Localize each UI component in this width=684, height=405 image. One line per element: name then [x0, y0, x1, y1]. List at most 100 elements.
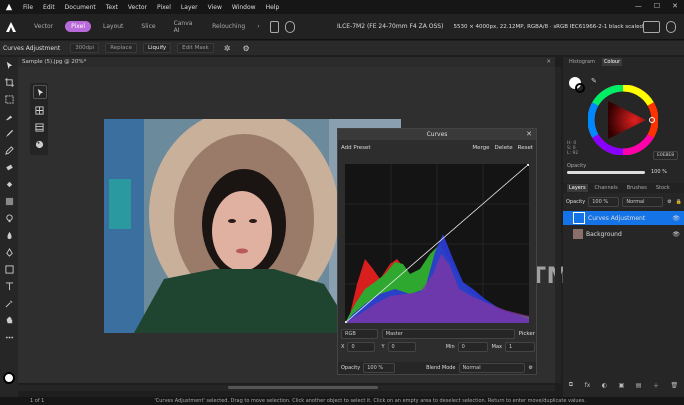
gradient-icon[interactable]: [3, 195, 15, 207]
shape-tool-icon[interactable]: [3, 263, 15, 275]
picker-button[interactable]: Picker: [519, 331, 535, 337]
flood-select-icon[interactable]: [3, 110, 15, 122]
snapping-icon[interactable]: [285, 20, 295, 33]
menu-view[interactable]: View: [208, 4, 222, 11]
settings-icon[interactable]: [666, 20, 676, 33]
opacity-slider[interactable]: [567, 171, 645, 174]
menu-layer[interactable]: Layer: [181, 4, 198, 11]
eraser-icon[interactable]: [3, 161, 15, 173]
copy-icon[interactable]: ⧉: [569, 381, 573, 389]
app-logo-icon[interactable]: [5, 3, 13, 11]
maximize-icon[interactable]: ☐: [654, 2, 660, 10]
close-icon[interactable]: ✕: [526, 130, 532, 138]
affinity-logo-icon[interactable]: [4, 20, 18, 34]
persona-retouching[interactable]: Relouching: [206, 21, 251, 32]
pen-tool-icon[interactable]: [3, 246, 15, 258]
add-layer-icon[interactable]: ＋: [653, 381, 659, 390]
replace-button[interactable]: Replace: [105, 43, 137, 53]
persona-pixel[interactable]: Pixel: [65, 21, 92, 32]
layer-row[interactable]: Background 👁: [563, 227, 684, 241]
menu-vector[interactable]: Vector: [128, 4, 147, 11]
crop-tool-icon[interactable]: [3, 76, 15, 88]
min-input[interactable]: 0: [457, 342, 488, 352]
move-tool-icon[interactable]: [3, 59, 15, 71]
dpi-button[interactable]: 300dpi: [70, 43, 100, 53]
menu-pixel[interactable]: Pixel: [157, 4, 171, 11]
master-select[interactable]: Master: [381, 329, 515, 339]
layers-opacity-input[interactable]: 100 %: [588, 197, 620, 207]
tab-histogram[interactable]: Histogram: [567, 58, 597, 66]
mesh-icon[interactable]: [33, 121, 45, 133]
adjust-icon[interactable]: ◐: [602, 382, 607, 389]
tab-layers[interactable]: Layers: [567, 184, 588, 192]
wand-icon[interactable]: ✲: [224, 44, 231, 53]
more-tools-icon[interactable]: [3, 331, 15, 343]
delete-layer-icon[interactable]: 🗑: [671, 382, 679, 389]
menu-edit[interactable]: Edit: [43, 4, 55, 11]
fill-stroke-swatch[interactable]: [3, 372, 15, 384]
grid-select-icon[interactable]: [33, 104, 45, 116]
menu-window[interactable]: Window: [232, 4, 256, 11]
group-icon[interactable]: ▤: [636, 382, 642, 389]
layers-toggle-icon[interactable]: [269, 20, 280, 33]
hand-icon[interactable]: [3, 314, 15, 326]
text-tool-icon[interactable]: [3, 280, 15, 292]
clone-icon[interactable]: [3, 212, 15, 224]
lock-icon[interactable]: 🔒: [676, 199, 682, 205]
edit-mask-button[interactable]: Edit Mask: [177, 43, 214, 53]
tab-channels[interactable]: Channels: [593, 184, 620, 192]
curves-graph[interactable]: [343, 162, 531, 325]
delete-button[interactable]: Delete: [495, 145, 513, 151]
visibility-icon[interactable]: 👁: [672, 231, 680, 238]
fx-icon[interactable]: fx: [585, 382, 591, 389]
tab-colour[interactable]: Colour: [601, 58, 623, 66]
blend-mode-select[interactable]: Normal: [458, 363, 525, 373]
menu-document[interactable]: Document: [65, 4, 96, 11]
minimize-icon[interactable]: —: [635, 2, 642, 10]
dialog-settings-icon[interactable]: ⚙: [529, 365, 533, 371]
persona-slice[interactable]: Slice: [135, 21, 161, 32]
y-input[interactable]: 0: [387, 342, 416, 352]
liquify-button[interactable]: Liquify: [142, 43, 172, 53]
tab-brushes[interactable]: Brushes: [625, 184, 649, 192]
eyedropper-icon[interactable]: ✎: [591, 77, 597, 85]
menu-file[interactable]: File: [23, 4, 33, 11]
fill-icon[interactable]: [3, 178, 15, 190]
horizontal-scrollbar[interactable]: [18, 385, 555, 391]
x-input[interactable]: 0: [347, 342, 376, 352]
color-picker-icon[interactable]: [3, 297, 15, 309]
mask-icon[interactable]: ▣: [619, 382, 625, 389]
pencil-icon[interactable]: [3, 144, 15, 156]
persona-layout[interactable]: Layout: [97, 21, 129, 32]
document-tab[interactable]: Sample (5).jpg @ 20%* ✕: [18, 57, 555, 67]
layer-row[interactable]: Curves Adjustment 👁: [563, 211, 684, 225]
hex-input[interactable]: E0E8E8: [653, 151, 679, 160]
layers-settings-icon[interactable]: ⚙: [667, 199, 671, 205]
tab-close-icon[interactable]: ✕: [546, 59, 551, 65]
reset-button[interactable]: Reset: [518, 145, 533, 151]
blur-icon[interactable]: [3, 229, 15, 241]
gear-icon[interactable]: ⚙: [242, 44, 249, 53]
persona-vector[interactable]: Vector: [28, 21, 59, 32]
channel-select[interactable]: RGB: [341, 329, 378, 339]
scroll-thumb[interactable]: [228, 386, 378, 389]
paint-brush-icon[interactable]: [3, 127, 15, 139]
more-icon[interactable]: ›: [257, 23, 259, 30]
visibility-icon[interactable]: 👁: [672, 215, 680, 222]
vertical-scrollbar[interactable]: [555, 67, 561, 383]
opacity-input[interactable]: 100 %: [363, 363, 396, 373]
menu-help[interactable]: Help: [266, 4, 280, 11]
menu-text[interactable]: Text: [106, 4, 118, 11]
merge-button[interactable]: Merge: [472, 145, 489, 151]
selection-brush-icon[interactable]: [3, 93, 15, 105]
add-preset-button[interactable]: Add Preset: [341, 145, 371, 151]
help-icon[interactable]: [642, 20, 661, 33]
layers-blend-select[interactable]: Normal: [622, 197, 664, 207]
color-wheel[interactable]: [587, 84, 659, 156]
select-arrow-icon[interactable]: [33, 85, 47, 99]
tab-stock[interactable]: Stock: [654, 184, 672, 192]
persona-canva-ai[interactable]: Canva AI: [168, 18, 201, 36]
palette-icon[interactable]: [33, 138, 45, 150]
close-window-icon[interactable]: ✕: [672, 2, 678, 10]
max-input[interactable]: 1: [505, 342, 535, 352]
